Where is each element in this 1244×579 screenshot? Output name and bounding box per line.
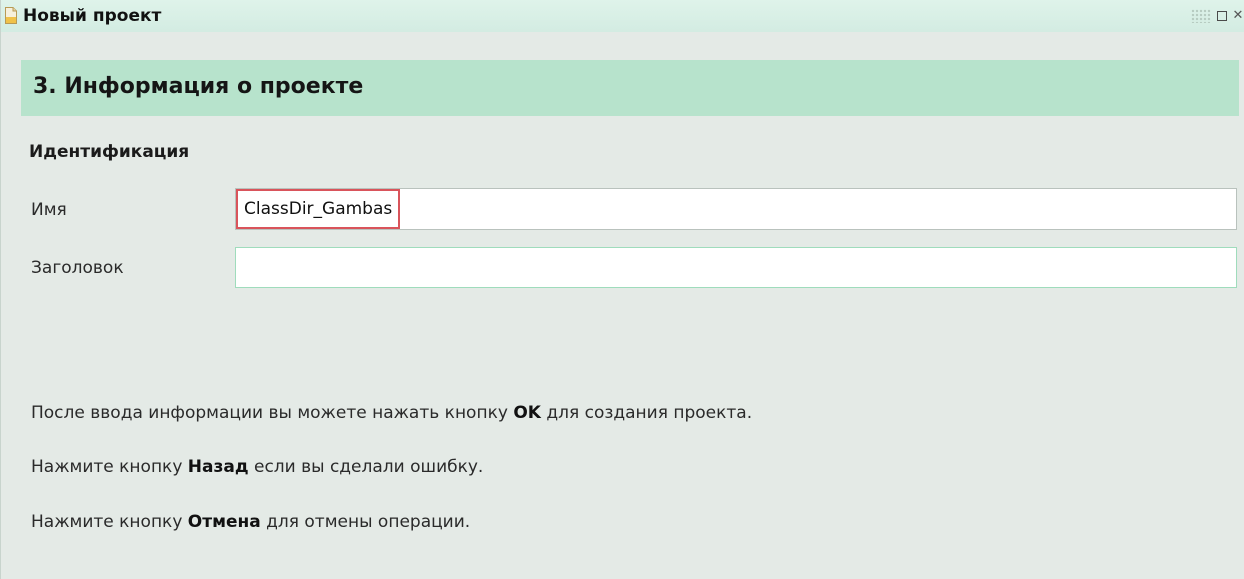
info-line-ok: После ввода информации вы можете нажать … [31,402,752,424]
info-text: для создания проекта. [540,403,753,423]
info-line-back: Нажмите кнопку Назад если вы сделали оши… [31,456,483,478]
info-bold: Отмена [187,512,261,532]
step-title: 3. Информация о проекте [33,74,364,99]
caption-input[interactable] [235,247,1237,288]
grip-icon [1191,9,1211,23]
name-input[interactable]: ClassDir_Gambas [235,188,1237,230]
section-title-identification: Идентификация [29,142,190,162]
close-icon[interactable]: ✕ [1231,8,1244,24]
restore-icon[interactable] [1217,11,1227,21]
step-header: 3. Информация о проекте [21,60,1239,116]
window-title: Новый проект [23,6,162,26]
window-controls: ✕ [1191,7,1244,25]
name-input-value[interactable]: ClassDir_Gambas [236,189,401,229]
info-text: для отмены операции. [260,512,471,532]
info-text: если вы сделали ошибку. [248,457,484,477]
info-text: Нажмите кнопку [31,457,188,477]
info-bold: OK [513,403,541,423]
info-text: После ввода информации вы можете нажать … [31,403,514,423]
new-project-dialog: Новый проект ✕ 3. Информация о проекте И… [0,0,1244,579]
caption-label: Заголовок [31,258,124,278]
document-icon [5,7,17,24]
info-line-cancel: Нажмите кнопку Отмена для отмены операци… [31,511,470,533]
info-text: Нажмите кнопку [31,512,188,532]
name-label: Имя [31,200,67,220]
title-bar[interactable]: Новый проект ✕ [1,0,1244,32]
info-bold: Назад [187,457,249,477]
